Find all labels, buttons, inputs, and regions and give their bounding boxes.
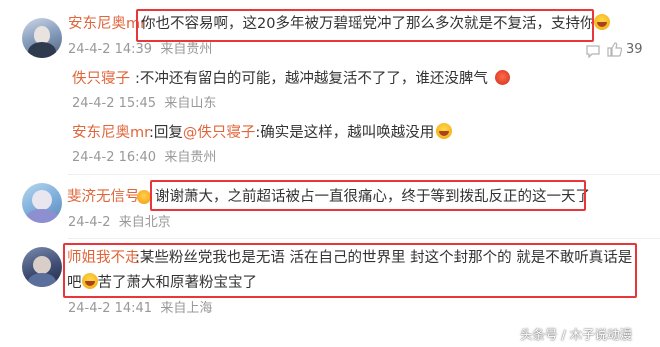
username[interactable]: 安东尼奥mr: [68, 14, 146, 34]
highlight-box: [136, 9, 594, 42]
comment-meta: 24-4-2 14:41 来自上海: [68, 300, 212, 318]
comment-location: 来自上海: [160, 301, 213, 316]
reply-text: :不冲还有留白的可能，越冲越复活不了了，谁还没脾气: [135, 69, 510, 89]
comment-meta: 24-4-2 14:39 来自贵州: [68, 41, 212, 59]
laugh-emoji-icon: [436, 123, 453, 139]
reply-location: 来自贵州: [164, 150, 217, 165]
vip-badge-icon: [137, 190, 151, 204]
comment-location: 来自贵州: [160, 42, 213, 57]
watermark: 头条号 / 木子说动漫: [520, 327, 633, 342]
reply-meta: 24-4-2 16:40 来自贵州: [72, 149, 216, 167]
reply-time: 24-4-2 16:40: [72, 150, 157, 165]
highlight-box: [63, 243, 637, 298]
comment-time: 24-4-2: [68, 215, 111, 230]
comment-location: 来自北京: [118, 215, 171, 230]
laugh-emoji-icon: [594, 14, 611, 30]
reply-meta: 24-4-2 15:45 来自山东: [72, 95, 216, 113]
reply-prefix: :回复: [149, 125, 183, 141]
comment-time: 24-4-2 14:41: [68, 301, 153, 316]
username[interactable]: 斐济无信号: [67, 187, 140, 207]
angry-emoji-icon: [494, 70, 510, 85]
divider: [68, 238, 660, 239]
avatar[interactable]: [22, 183, 62, 223]
reply-text-content: :确实是这样，越叫唤越没用: [255, 125, 435, 141]
reply-time: 24-4-2 15:45: [72, 96, 157, 111]
reply-icon[interactable]: [586, 44, 600, 62]
reply-username[interactable]: 安东尼奥mr: [72, 123, 150, 143]
reply-username[interactable]: 佚只寝子: [72, 69, 130, 89]
like-icon[interactable]: [607, 42, 623, 61]
highlight-box: [150, 180, 586, 211]
avatar[interactable]: [22, 18, 62, 58]
avatar[interactable]: [22, 247, 62, 287]
comment-time: 24-4-2 14:39: [68, 42, 153, 57]
mention-link[interactable]: @佚只寝子: [183, 125, 256, 141]
reply-text-content: :不冲还有留白的可能，越冲越复活不了了，谁还没脾气: [135, 71, 488, 87]
comment-meta: 24-4-2 来自北京: [68, 214, 171, 232]
reply-text: :回复@佚只寝子:确实是这样，越叫唤越没用: [149, 123, 453, 143]
like-count: 39: [626, 42, 643, 57]
divider: [68, 174, 660, 175]
reply-location: 来自山东: [164, 96, 217, 111]
